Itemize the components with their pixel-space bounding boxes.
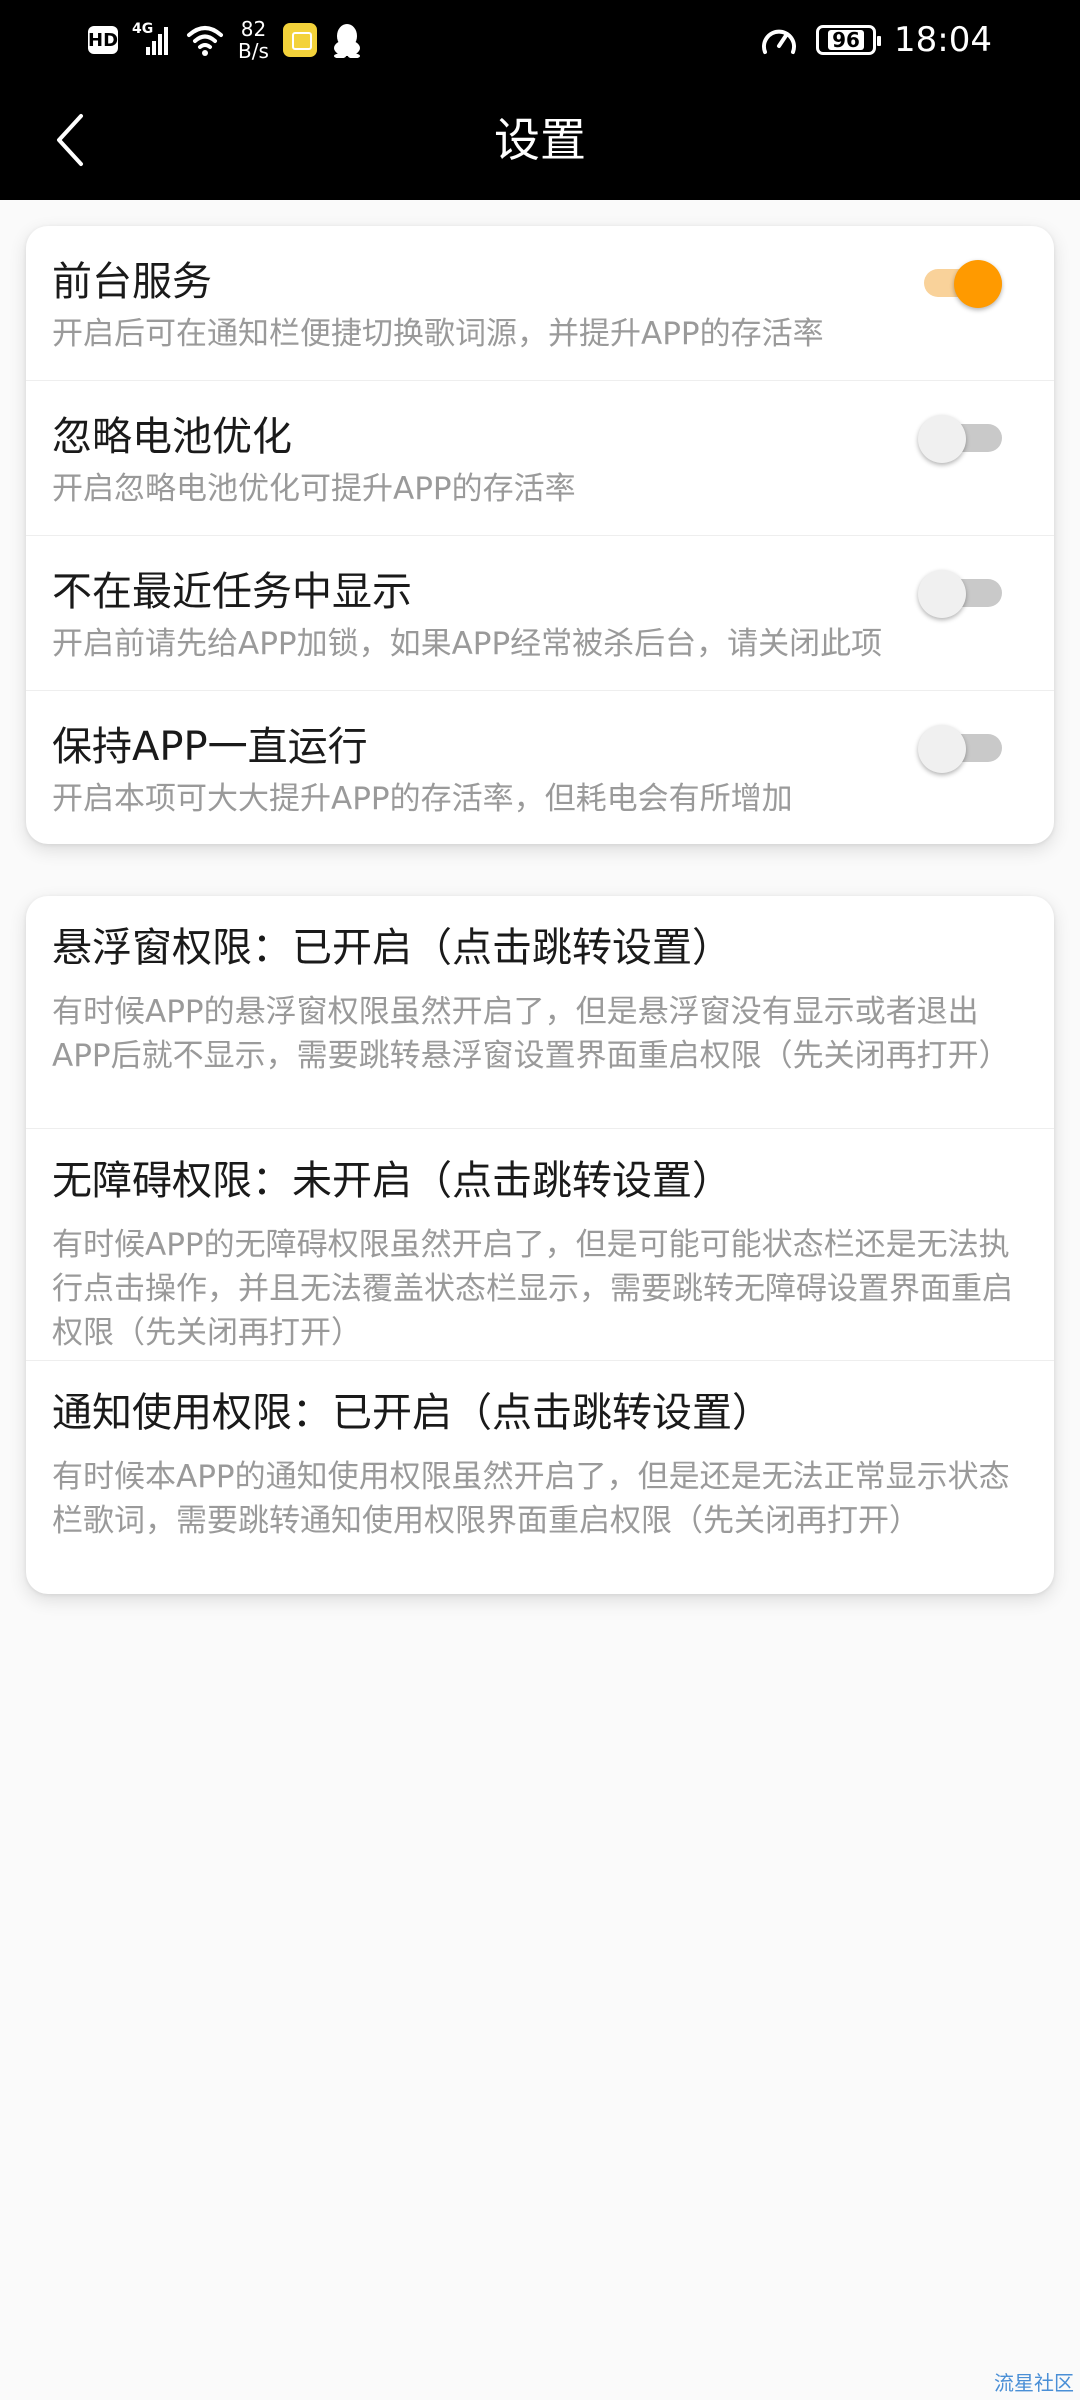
setting-title: 忽略电池优化 [52, 414, 292, 460]
foreground-service-toggle[interactable] [918, 260, 1002, 308]
toggle-thumb [918, 415, 966, 463]
setting-row-hide-from-recents[interactable]: 不在最近任务中显示 开启前请先给APP加锁，如果APP经常被杀后台，请关闭此项 [26, 535, 1054, 690]
app-bar: 设置 [0, 80, 1080, 200]
qq-penguin-icon [331, 22, 363, 59]
ignore-battery-optimization-toggle[interactable] [918, 415, 1002, 463]
battery-icon: 96 [816, 25, 882, 55]
status-right: 96 18:04 [760, 18, 992, 62]
hide-from-recents-toggle[interactable] [918, 570, 1002, 618]
permission-description: 有时候本APP的通知使用权限虽然开启了，但是还是无法正常显示状态栏歌词，需要跳转… [52, 1459, 1010, 1539]
battery-level: 96 [828, 30, 864, 50]
toggle-thumb [918, 725, 966, 773]
clock: 18:04 [894, 20, 992, 60]
setting-row-keep-app-running[interactable]: 保持APP一直运行 开启本项可大大提升APP的存活率，但耗电会有所增加 [26, 690, 1054, 844]
permission-title: 无障碍权限：未开启（点击跳转设置） [52, 1158, 732, 1204]
setting-title: 保持APP一直运行 [52, 724, 368, 770]
toggle-thumb [918, 570, 966, 618]
permission-row-overlay[interactable]: 悬浮窗权限：已开启（点击跳转设置） 有时候APP的悬浮窗权限虽然开启了，但是悬浮… [26, 896, 1054, 1128]
net-speed: 82 B/s [238, 18, 269, 62]
setting-row-ignore-battery-optimization[interactable]: 忽略电池优化 开启忽略电池优化可提升APP的存活率 [26, 380, 1054, 535]
net-speed-unit: B/s [238, 39, 269, 63]
permissions-card: 悬浮窗权限：已开启（点击跳转设置） 有时候APP的悬浮窗权限虽然开启了，但是悬浮… [26, 896, 1054, 1594]
status-bar: HD 4G 82 B/s 96 18:04 [0, 0, 1080, 80]
permission-row-accessibility[interactable]: 无障碍权限：未开启（点击跳转设置） 有时候APP的无障碍权限虽然开启了，但是可能… [26, 1128, 1054, 1360]
net-speed-value: 82 [240, 17, 267, 41]
notes-app-icon [282, 23, 317, 57]
setting-title: 不在最近任务中显示 [52, 569, 412, 615]
watermark: 流星社区 [994, 2371, 1074, 2395]
permission-description: 有时候APP的悬浮窗权限虽然开启了，但是悬浮窗没有显示或者退出APP后就不显示，… [52, 994, 1010, 1074]
signal-icon: 4G [132, 21, 172, 57]
permission-title: 通知使用权限：已开启（点击跳转设置） [52, 1390, 772, 1436]
hd-badge: HD [88, 26, 118, 54]
setting-row-foreground-service[interactable]: 前台服务 开启后可在通知栏便捷切换歌词源，并提升APP的存活率 [26, 226, 1054, 380]
status-left: HD 4G 82 B/s [88, 18, 363, 62]
setting-description: 开启本项可大大提升APP的存活率，但耗电会有所增加 [52, 781, 793, 817]
setting-description: 开启忽略电池优化可提升APP的存活率 [52, 471, 576, 507]
permission-title: 悬浮窗权限：已开启（点击跳转设置） [52, 925, 732, 971]
toggle-thumb [954, 260, 1002, 308]
setting-description: 开启后可在通知栏便捷切换歌词源，并提升APP的存活率 [52, 316, 824, 352]
wifi-icon [186, 23, 224, 57]
setting-description: 开启前请先给APP加锁，如果APP经常被杀后台，请关闭此项 [52, 626, 883, 662]
page-title: 设置 [494, 113, 586, 167]
permission-description: 有时候APP的无障碍权限虽然开启了，但是可能可能状态栏还是无法执行点击操作，并且… [52, 1227, 1013, 1351]
speedometer-icon [760, 22, 798, 58]
service-settings-card: 前台服务 开启后可在通知栏便捷切换歌词源，并提升APP的存活率 忽略电池优化 开… [26, 226, 1054, 844]
permission-row-notification-access[interactable]: 通知使用权限：已开启（点击跳转设置） 有时候本APP的通知使用权限虽然开启了，但… [26, 1360, 1054, 1594]
keep-app-running-toggle[interactable] [918, 725, 1002, 773]
setting-title: 前台服务 [52, 259, 212, 305]
